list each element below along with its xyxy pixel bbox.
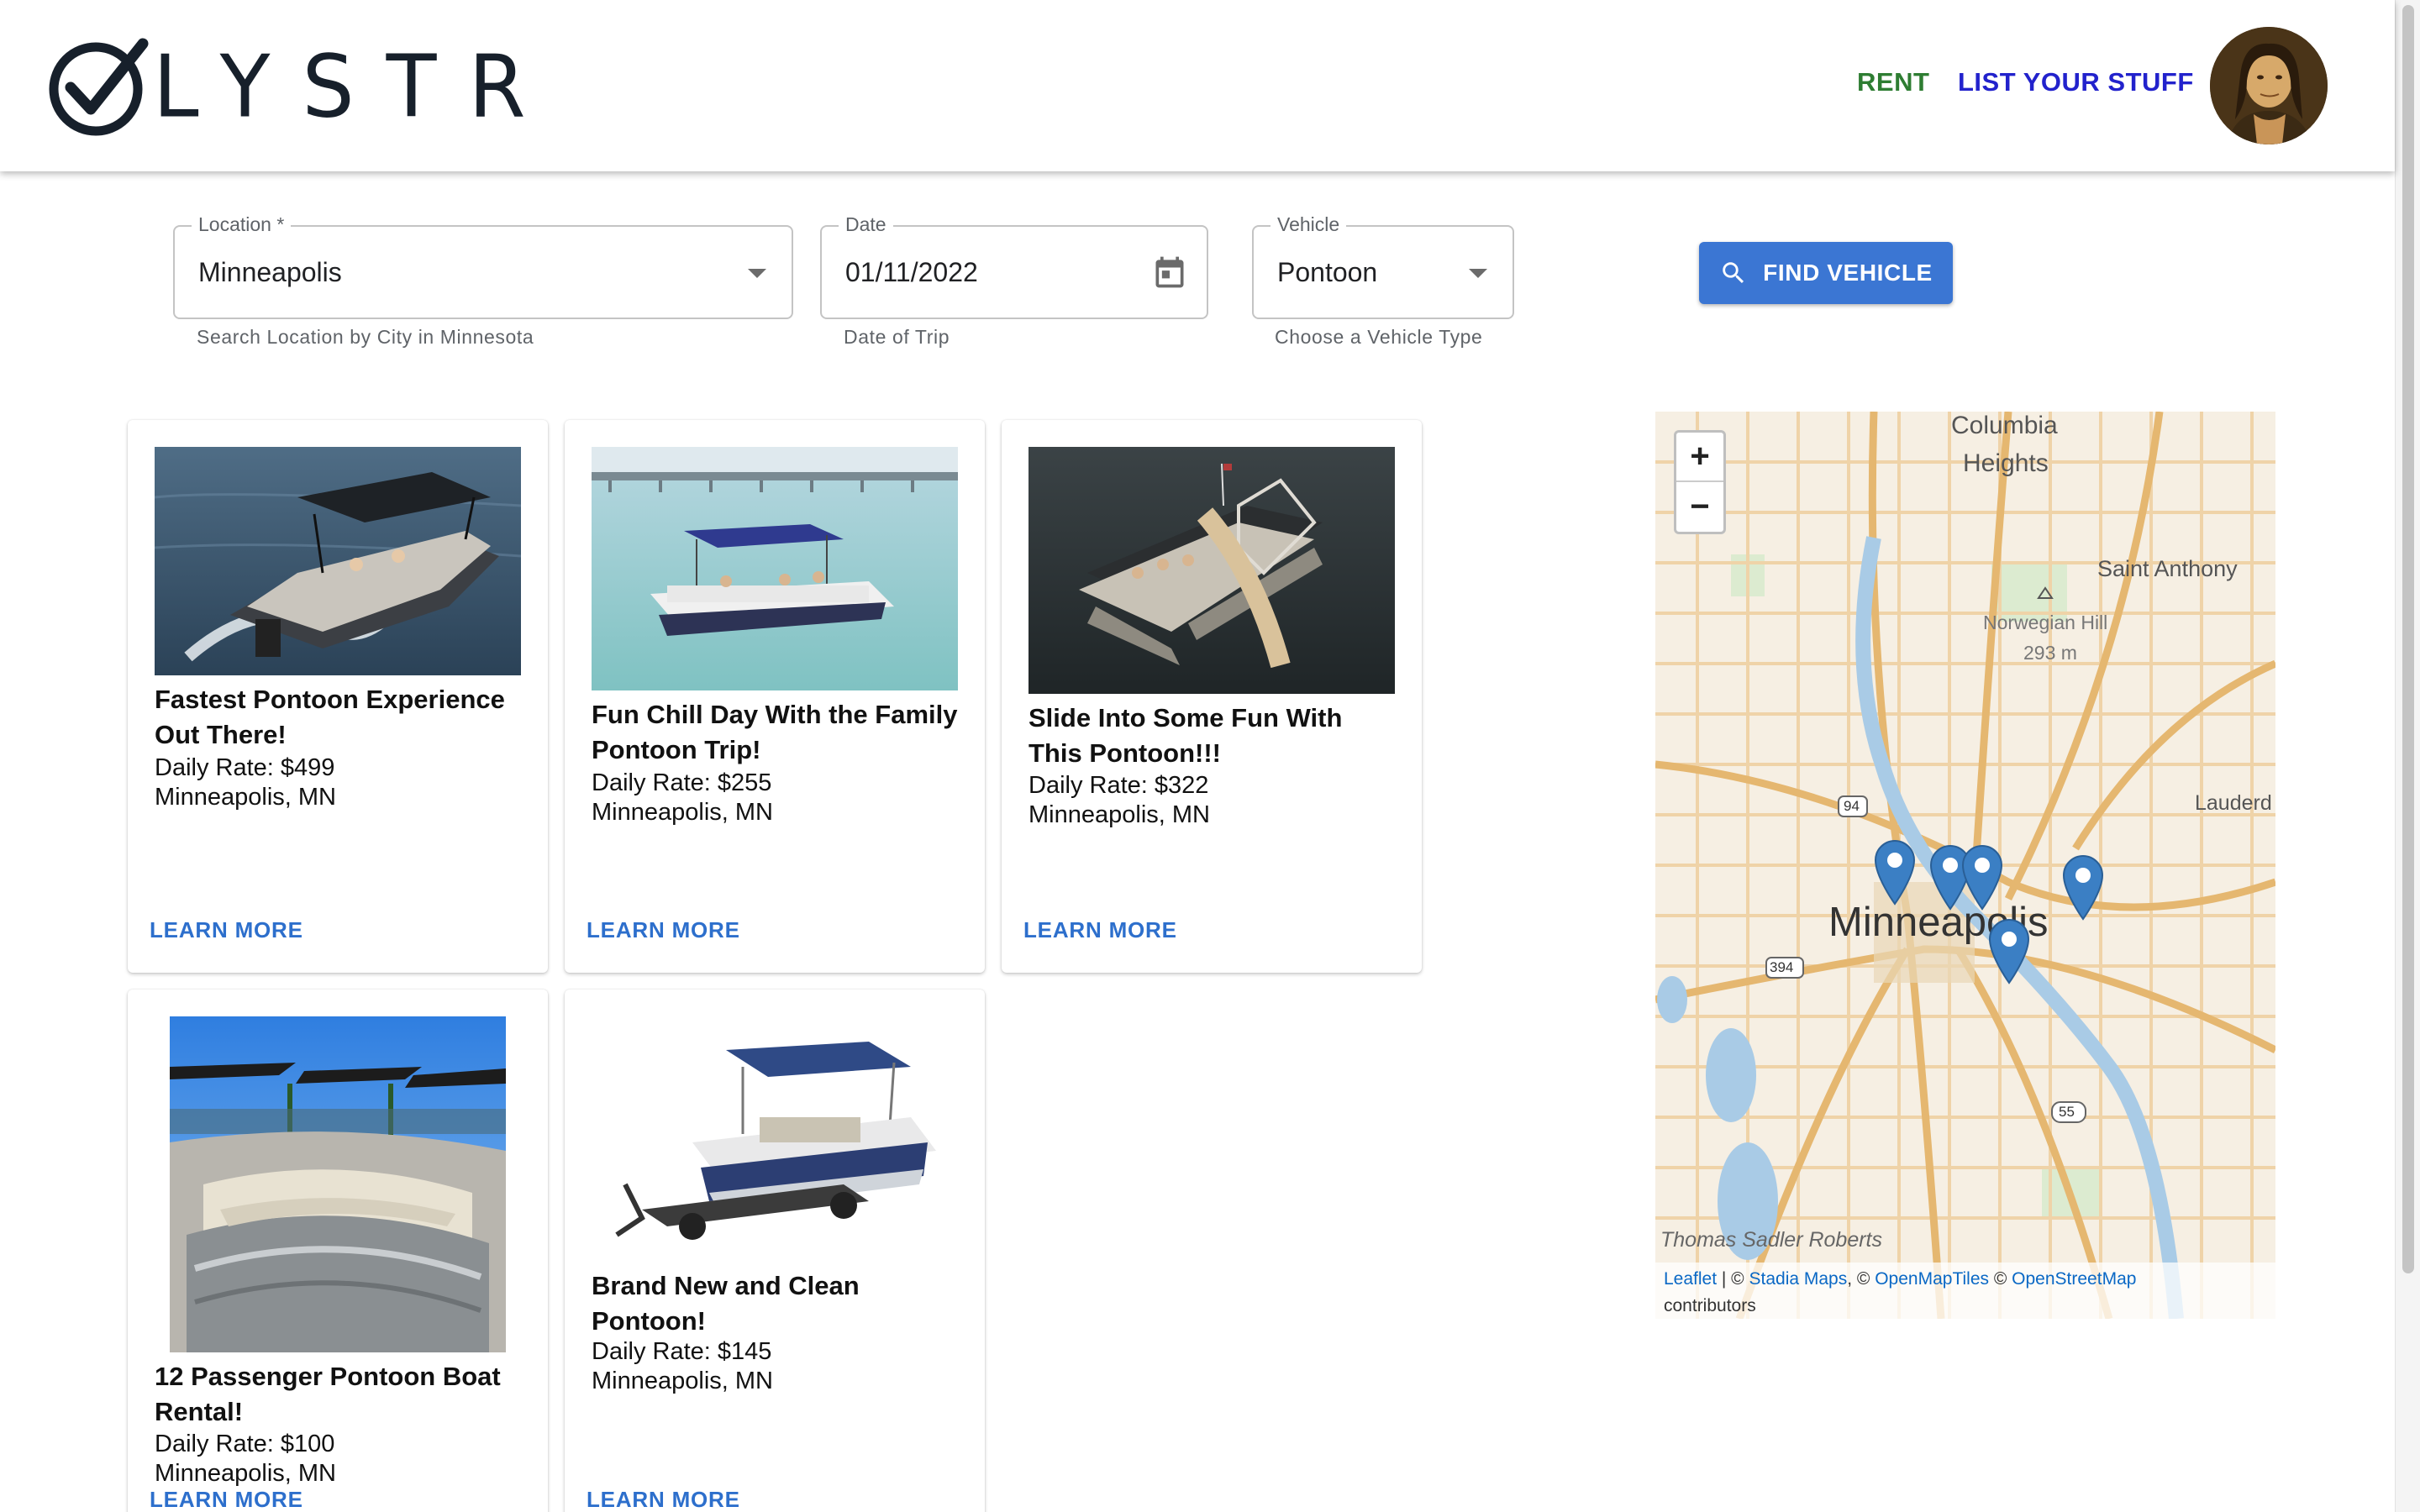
map-label-elevation: 293 m [2023,642,2077,664]
openstreetmap-link[interactable]: OpenStreetMap [2012,1269,2136,1289]
location-dropdown-arrow-icon[interactable] [748,269,766,278]
map-zoom-control: + − [1674,430,1726,534]
listing-title: 12 Passenger Pontoon Boat Rental! [155,1362,501,1426]
listing-image[interactable] [592,447,958,690]
map-label-lauderdale: Lauderd [2195,791,2272,815]
logo[interactable]: LYSTR [45,37,558,138]
learn-more-link[interactable]: LEARN MORE [587,1487,740,1512]
map-label-heights: Heights [1963,449,2049,477]
listing-rate: Daily Rate: $322 [1028,772,1209,799]
find-vehicle-label: FIND VEHICLE [1763,260,1933,286]
find-vehicle-button[interactable]: FIND VEHICLE [1699,242,1953,304]
map-label-saint-anthony: Saint Anthony [2097,556,2238,581]
attribution-contributors: contributors [1664,1296,1756,1315]
listing-card: Fun Chill Day With the Family Pontoon Tr… [565,420,985,973]
listing-card: Brand New and Clean Pontoon! Daily Rate:… [565,990,985,1512]
date-helper-text: Date of Trip [844,326,950,348]
listing-location: Minneapolis, MN [592,799,773,826]
map-zoom-in-button[interactable]: + [1676,433,1723,482]
listing-card: Slide Into Some Fun With This Pontoon!!!… [1002,420,1422,973]
openmaptiles-link[interactable]: OpenMapTiles [1875,1269,1989,1289]
listing-image[interactable] [170,1016,506,1352]
listing-location: Minneapolis, MN [155,1460,336,1487]
date-value: 01/11/2022 [845,257,978,287]
map-shield-394: 394 [1770,959,1794,975]
stadia-maps-link[interactable]: Stadia Maps [1749,1269,1848,1289]
location-select[interactable]: Location * Minneapolis [173,213,793,319]
listing-location: Minneapolis, MN [155,784,336,811]
attribution-separator: , © [1847,1269,1876,1289]
date-legend: Date [839,213,893,236]
location-value: Minneapolis [198,257,342,287]
learn-more-link[interactable]: LEARN MORE [587,917,740,943]
listing-rate: Daily Rate: $255 [592,769,772,796]
calendar-icon[interactable] [1151,254,1188,291]
learn-more-link[interactable]: LEARN MORE [150,917,303,943]
map-marker-pin-icon[interactable] [1872,838,1918,906]
map-shield-55: 55 [2059,1104,2075,1120]
vehicle-value: Pontoon [1277,257,1378,287]
vertical-scrollbar[interactable] [2395,0,2420,1512]
map-zoom-out-button[interactable]: − [1676,482,1723,532]
date-field[interactable]: Date 01/11/2022 [820,213,1208,319]
map-label-thomas-sadler-roberts: Thomas Sadler Roberts [1660,1228,1883,1252]
vehicle-select[interactable]: Vehicle Pontoon [1252,213,1514,319]
top-app-bar: LYSTR RENT LIST YOUR STUFF [0,0,2395,171]
listing-title: Brand New and Clean Pontoon! [592,1271,860,1336]
leaflet-link[interactable]: Leaflet [1664,1269,1717,1289]
vehicle-dropdown-arrow-icon[interactable] [1469,269,1487,278]
map-marker-pin-icon[interactable] [2060,853,2106,921]
scrollbar-thumb[interactable] [2402,5,2414,1273]
nav-list-your-stuff-link[interactable]: LIST YOUR STUFF [1958,67,2194,97]
map[interactable]: Columbia Heights Saint Anthony Norwegian… [1655,412,2275,1319]
attribution-separator: © [1989,1269,2012,1289]
nav-rent-link[interactable]: RENT [1857,67,1929,97]
listing-rate: Daily Rate: $100 [155,1431,335,1457]
listing-location: Minneapolis, MN [1028,801,1210,828]
listing-image[interactable] [1028,447,1395,694]
user-avatar[interactable] [2210,27,2328,144]
listing-card: Fastest Pontoon Experience Out There! Da… [128,420,548,973]
listing-title: Fastest Pontoon Experience Out There! [155,685,505,749]
listing-image[interactable] [155,447,521,675]
map-label-norwegian-hill: Norwegian Hill [1983,612,2108,633]
logo-text: LYSTR [153,37,558,138]
learn-more-link[interactable]: LEARN MORE [150,1487,303,1512]
listing-title: Fun Chill Day With the Family Pontoon Tr… [592,700,958,764]
listing-title: Slide Into Some Fun With This Pontoon!!! [1028,703,1343,768]
map-marker-pin-icon[interactable] [1986,917,2032,984]
search-icon [1723,262,1744,284]
map-label-columbia: Columbia [1951,412,2058,439]
avatar-portrait-icon [2210,27,2328,144]
vehicle-helper-text: Choose a Vehicle Type [1275,326,1483,348]
map-shield-94: 94 [1844,798,1860,814]
listing-image[interactable] [592,1016,958,1277]
vehicle-legend: Vehicle [1270,213,1347,236]
logo-check-icon [49,38,149,136]
listing-rate: Daily Rate: $499 [155,754,335,781]
learn-more-link[interactable]: LEARN MORE [1023,917,1177,943]
map-marker-pin-icon[interactable] [1960,843,2005,911]
listing-location: Minneapolis, MN [592,1368,773,1394]
listing-rate: Daily Rate: $145 [592,1338,772,1365]
attribution-separator: | © [1717,1269,1749,1289]
map-attribution: Leaflet | © Stadia Maps, © OpenMapTiles … [1655,1263,2275,1319]
listing-card: 12 Passenger Pontoon Boat Rental! Daily … [128,990,548,1512]
location-legend: Location * [192,213,292,236]
location-helper-text: Search Location by City in Minnesota [197,326,534,348]
